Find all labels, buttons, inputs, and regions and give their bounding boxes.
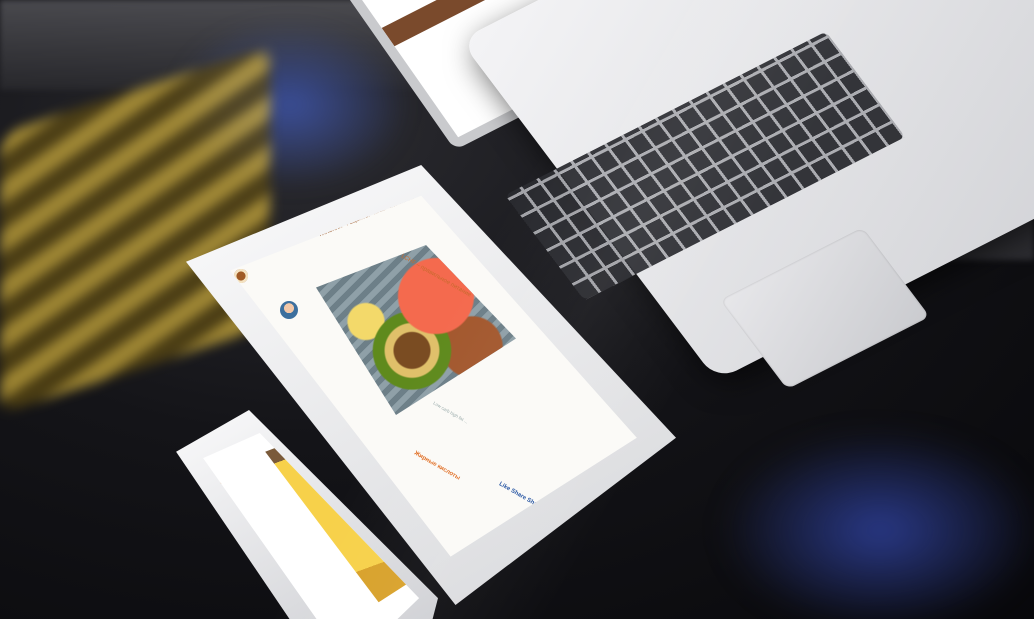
author-avatar bbox=[280, 301, 298, 319]
phone-menu-item: Отзывы bbox=[159, 527, 178, 544]
phone-menu-item: Видео bbox=[164, 520, 181, 535]
phone-menu-item: Блог bbox=[170, 513, 183, 525]
phone-menu-item: О нас bbox=[175, 506, 191, 520]
phone-menu-item: Контакты bbox=[203, 498, 204, 519]
device-mockup-scene: ГЛАВНАЯ · РЕЦЕПТЫ · НАШ · КОНТАКТЫ LCHF … bbox=[0, 0, 1034, 619]
background-blue-glow-lower bbox=[720, 430, 1034, 619]
food-photo bbox=[316, 245, 516, 415]
phone: Главная Рецепты Статьи Продукты Контакты… bbox=[168, 410, 438, 619]
